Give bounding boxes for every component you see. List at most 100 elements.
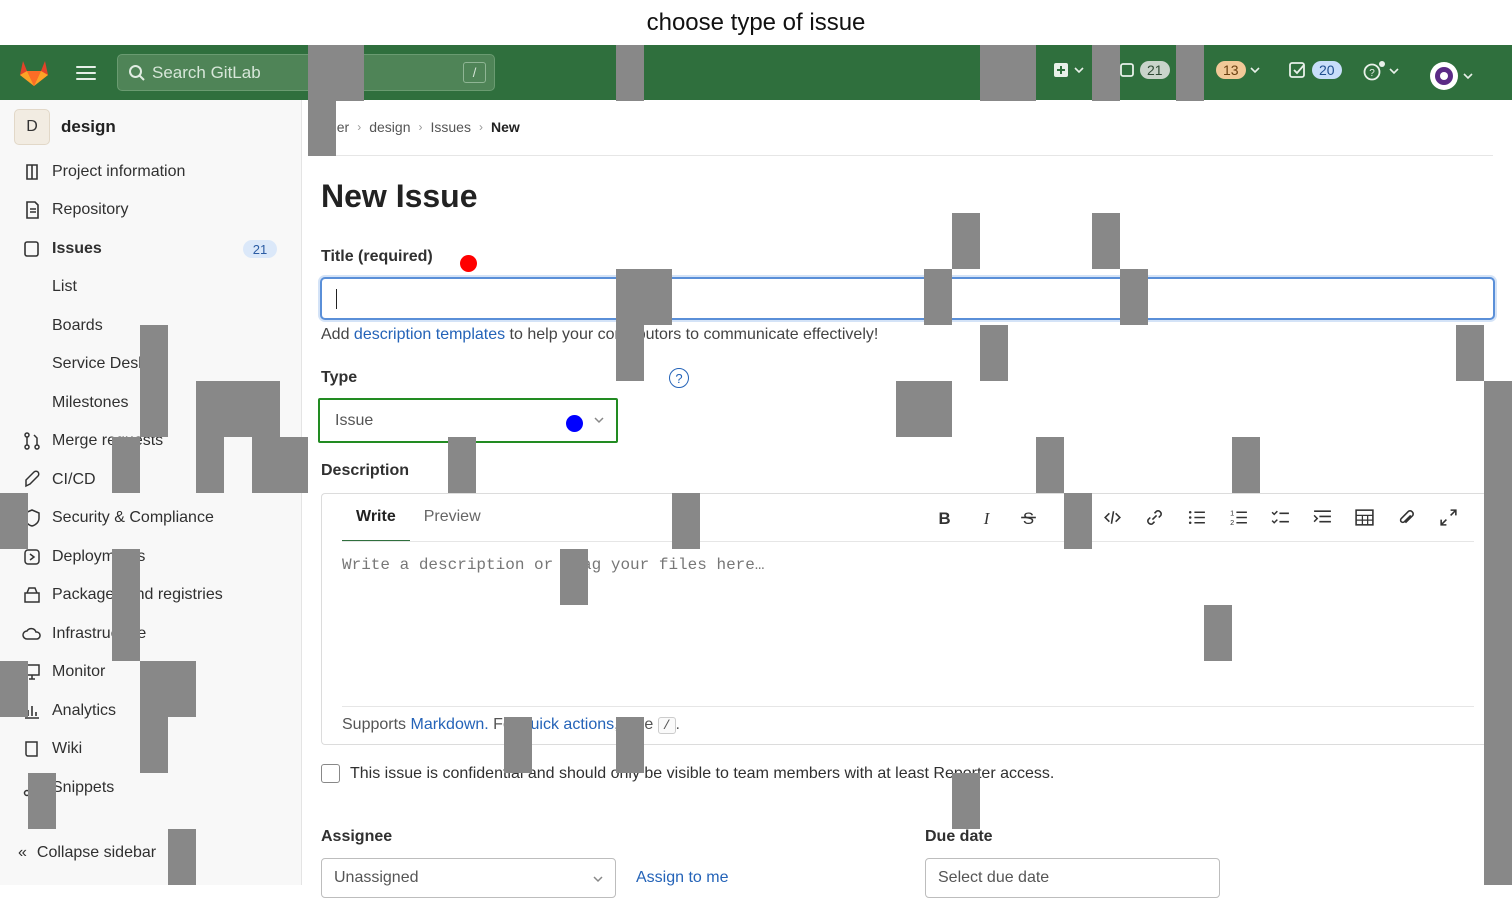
- double-chevron-left-icon: «: [18, 844, 27, 861]
- occlusion-block: [0, 661, 28, 717]
- quick-actions-link[interactable]: quick actions: [522, 716, 615, 733]
- todo-check-icon: [1289, 62, 1305, 78]
- assignee-label: Assignee: [321, 828, 393, 845]
- paperclip-icon[interactable]: [1396, 507, 1417, 528]
- fullscreen-icon[interactable]: [1438, 507, 1459, 528]
- description-templates-link[interactable]: description templates: [354, 326, 505, 343]
- occlusion-block: [896, 381, 952, 437]
- tab-preview[interactable]: Preview: [410, 494, 495, 542]
- table-icon[interactable]: [1354, 507, 1375, 528]
- occlusion-block: [168, 829, 196, 885]
- collapse-sidebar-button[interactable]: « Collapse sidebar: [18, 844, 156, 862]
- breadcrumb-item[interactable]: Issues: [431, 119, 471, 135]
- sidebar-item-label: Snippets: [52, 779, 115, 796]
- menu-hamburger-icon[interactable]: [74, 62, 98, 82]
- sidebar-item-analytics[interactable]: Analytics: [22, 696, 116, 726]
- sidebar-item-label: Analytics: [52, 702, 117, 719]
- editor-tabs: Write Preview: [342, 494, 495, 542]
- collapse-sidebar-label: Collapse sidebar: [36, 844, 157, 861]
- new-dropdown-button[interactable]: [1052, 61, 1084, 79]
- task-list-icon[interactable]: [1270, 507, 1291, 528]
- occlusion-block: [952, 213, 980, 269]
- sidebar-item-label: Issues: [52, 240, 102, 257]
- sidebar-item-label: Milestones: [52, 394, 129, 411]
- search-bar[interactable]: Search GitLab /: [117, 54, 495, 91]
- todos-nav[interactable]: 20: [1288, 61, 1342, 79]
- breadcrumb: imer › design › Issues › New: [322, 119, 520, 135]
- search-icon: [129, 64, 145, 81]
- sidebar-item-list[interactable]: List: [52, 272, 77, 302]
- gitlab-logo-icon[interactable]: [18, 57, 50, 87]
- question-circle-icon[interactable]: ?: [669, 368, 689, 388]
- plus-square-icon: [1054, 63, 1068, 77]
- svg-text:I: I: [983, 509, 991, 528]
- occlusion-block: [308, 100, 336, 156]
- occlusion-block: [672, 493, 700, 549]
- type-label: Type: [321, 369, 358, 386]
- description-textarea[interactable]: Write a description or drag your files h…: [342, 556, 764, 574]
- markdown-link[interactable]: Markdown.: [410, 716, 488, 733]
- review-requests-nav[interactable]: 13: [1200, 61, 1260, 79]
- merge-request-icon: [24, 432, 40, 450]
- main-content: imer › design › Issues › New New Issue T…: [302, 100, 1512, 898]
- user-menu[interactable]: [1429, 61, 1473, 91]
- sidebar-item-monitor[interactable]: Monitor: [22, 657, 105, 687]
- divider: [321, 155, 1493, 156]
- confidential-checkbox[interactable]: [321, 764, 340, 783]
- code-icon[interactable]: [1102, 507, 1123, 528]
- occlusion-block: [112, 437, 140, 493]
- bullet-list-icon[interactable]: [1186, 507, 1207, 528]
- svg-text:B: B: [938, 509, 950, 528]
- review-count-badge: 13: [1216, 61, 1246, 79]
- title-input[interactable]: [320, 277, 1495, 320]
- breadcrumb-item[interactable]: design: [369, 119, 410, 135]
- occlusion-block: [308, 45, 364, 101]
- assignee-dropdown[interactable]: Unassigned: [321, 858, 616, 898]
- numbered-list-icon[interactable]: 12: [1228, 507, 1249, 528]
- strikethrough-icon[interactable]: S: [1018, 507, 1039, 528]
- occlusion-block: [980, 325, 1008, 381]
- occlusion-block: [28, 773, 56, 829]
- italic-icon[interactable]: I: [976, 507, 997, 528]
- issues-icon: [24, 241, 39, 257]
- project-avatar: D: [14, 109, 50, 145]
- collapsible-icon[interactable]: [1312, 507, 1333, 528]
- due-date-input[interactable]: Select due date: [925, 858, 1220, 898]
- sidebar-item-boards[interactable]: Boards: [52, 311, 103, 341]
- chevron-down-icon: [1250, 67, 1260, 74]
- help-icon: ?: [1363, 61, 1385, 81]
- occlusion-block: [112, 549, 140, 661]
- chevron-down-icon: [1389, 68, 1399, 75]
- description-label: Description: [321, 462, 410, 479]
- chevron-down-icon: [1074, 67, 1084, 74]
- link-icon[interactable]: [1144, 507, 1165, 528]
- repository-icon: [26, 201, 39, 219]
- project-header[interactable]: D design: [14, 109, 116, 145]
- tab-write[interactable]: Write: [342, 494, 410, 542]
- sidebar-item-issues[interactable]: Issues: [22, 234, 102, 264]
- assign-to-me-link[interactable]: Assign to me: [636, 869, 728, 887]
- slash-kbd: /: [657, 717, 676, 734]
- merge-requests-nav[interactable]: 21: [1118, 61, 1170, 79]
- project-info-icon: [26, 164, 38, 180]
- occlusion-block: [448, 437, 476, 493]
- svg-text:S: S: [1023, 509, 1034, 528]
- sidebar-item-milestones[interactable]: Milestones: [52, 388, 128, 418]
- sidebar-item-wiki[interactable]: Wiki: [22, 734, 82, 764]
- confidential-label: This issue is confidential and should on…: [350, 764, 1055, 782]
- sidebar-item-repository[interactable]: Repository: [22, 195, 128, 225]
- occlusion-block: [1092, 213, 1120, 269]
- help-dropdown[interactable]: ?: [1363, 61, 1399, 81]
- occlusion-block: [1120, 269, 1148, 325]
- occlusion-block: [1456, 325, 1484, 381]
- divider: [342, 541, 1474, 542]
- description-templates-hint: Add description templates to help your c…: [321, 326, 878, 344]
- search-shortcut: /: [463, 62, 486, 83]
- sidebar-item-service-desk[interactable]: Service Desk: [52, 349, 146, 379]
- occlusion-block: [504, 717, 532, 773]
- sidebar-item-ci-cd[interactable]: CI/CD: [22, 465, 96, 495]
- bold-icon[interactable]: B: [934, 507, 955, 528]
- sidebar-item-security-compliance[interactable]: Security & Compliance: [22, 503, 214, 533]
- confidential-checkbox-row[interactable]: This issue is confidential and should on…: [321, 764, 1054, 783]
- sidebar-item-project-information[interactable]: Project information: [22, 157, 185, 187]
